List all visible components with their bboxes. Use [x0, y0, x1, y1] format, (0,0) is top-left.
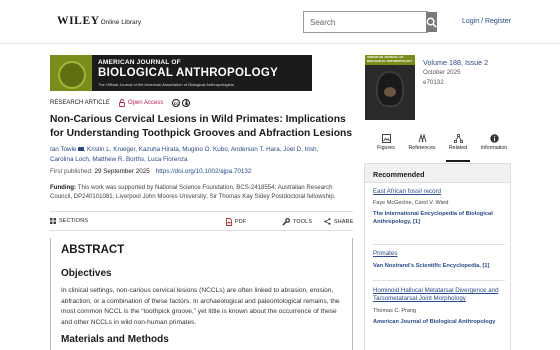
objectives-text: In clinical settings, non-carious cervic…	[61, 287, 340, 326]
recommended-authors: Faye McGechie, Carol V. Ward	[373, 200, 449, 207]
license-icons[interactable]: cc	[172, 99, 192, 107]
methods-heading: Materials and Methods	[61, 334, 169, 345]
logo-sub-text: Online Library	[100, 19, 142, 26]
tab-information[interactable]: Information	[478, 132, 510, 160]
cover-title: AMERICAN JOURNAL OF BIOLOGICAL ANTHROPOL…	[367, 55, 413, 63]
recommended-source-link[interactable]: Van Nostrand's Scientific Encyclopedia, …	[373, 262, 505, 270]
site-header: WILEY Online Library Login / Register	[0, 0, 560, 44]
banner-line3: The Official Journal of the American Ass…	[98, 82, 234, 87]
divider	[373, 244, 505, 245]
divider	[373, 280, 505, 281]
issue-date: October 2025	[423, 69, 461, 76]
pdf-icon	[226, 218, 232, 226]
share-button[interactable]: SHARE	[324, 218, 354, 225]
cover-primate-image	[376, 71, 404, 107]
open-access-label: Open Access	[127, 100, 164, 106]
author-list: Ian Towle , Kristin L. Krueger, Kazuha Hi…	[50, 145, 350, 165]
doi-link[interactable]: https://doi.org/10.1002/ajpa.70132	[156, 168, 252, 175]
recommended-source-link[interactable]: American Journal of Biological Anthropol…	[373, 318, 505, 326]
tools-button[interactable]: TOOLS	[282, 218, 312, 226]
recommended-title-link[interactable]: East African fossil record	[373, 188, 505, 196]
sections-button[interactable]: SECTIONS	[50, 218, 88, 224]
recommended-title-link[interactable]: Primates	[373, 250, 505, 258]
sections-icon	[50, 218, 56, 224]
open-lock-icon	[118, 99, 125, 107]
funding-text: This work was supported by National Scie…	[50, 184, 336, 201]
right-panel-tabs: Figures References Related Information	[370, 132, 510, 162]
references-icon	[418, 134, 426, 143]
issue-volume-link[interactable]: Volume 188, Issue 2	[423, 58, 488, 67]
share-label: SHARE	[334, 218, 354, 225]
share-icon	[324, 218, 331, 225]
figures-icon	[381, 134, 391, 143]
search-input[interactable]	[304, 12, 426, 32]
recommended-panel: Recommended East African fossil record F…	[364, 163, 511, 350]
published-label: First published:	[50, 168, 95, 175]
author-links-rest[interactable]: , Kristin L. Krueger, Kazuha Hirata, Mug…	[84, 146, 319, 153]
abstract-section: ABSTRACT Objectives In clinical settings…	[50, 238, 353, 350]
login-register-link[interactable]: Login / Register	[462, 18, 511, 25]
objectives-heading: Objectives	[61, 268, 112, 279]
recommended-item: East African fossil record Faye McGechie…	[373, 188, 505, 226]
tab-figures-label: Figures	[377, 145, 395, 151]
pdf-label: PDF	[235, 219, 247, 225]
published-line: First published: 29 September 2025 https:…	[50, 168, 251, 175]
recommended-heading: Recommended	[365, 164, 510, 183]
tab-information-label: Information	[480, 145, 508, 151]
recommended-item: Hominoid Hallucal Metatarsal Divergence …	[373, 287, 505, 326]
journal-banner[interactable]: AMERICAN JOURNAL OF BIOLOGICAL ANTHROPOL…	[50, 55, 312, 91]
information-icon	[489, 134, 499, 143]
article-title: Non-Carious Cervical Lesions in Wild Pri…	[50, 114, 353, 139]
recommended-source-link[interactable]: The International Encyclopedia of Biolog…	[373, 210, 505, 226]
search-box	[303, 11, 437, 33]
tab-figures[interactable]: Figures	[370, 132, 402, 160]
published-date: 29 September 2025	[94, 168, 150, 175]
article-toolbar: SECTIONS PDF TOOLS SHARE	[50, 211, 353, 231]
pdf-button[interactable]: PDF	[226, 218, 246, 226]
search-button[interactable]	[426, 12, 437, 32]
banner-line1: AMERICAN JOURNAL OF	[98, 59, 181, 66]
sections-label: SECTIONS	[59, 218, 89, 224]
tools-label: TOOLS	[293, 219, 313, 225]
funding-label: Funding:	[50, 184, 78, 191]
journal-emblem	[50, 55, 92, 91]
cover-band: AMERICAN JOURNAL OF BIOLOGICAL ANTHROPOL…	[365, 55, 415, 65]
article-meta-row: RESEARCH ARTICLE Open Access cc	[50, 99, 192, 107]
open-access-badge[interactable]: Open Access	[118, 99, 164, 107]
funding-statement: Funding: This work was supported by Nati…	[50, 183, 350, 202]
search-icon	[426, 17, 437, 28]
related-icon	[453, 134, 463, 143]
tab-references-label: References	[408, 145, 436, 151]
banner-line2: BIOLOGICAL ANTHROPOLOGY	[98, 67, 279, 79]
logo-main-text: WILEY	[57, 15, 100, 27]
wrench-icon	[282, 218, 290, 226]
recommended-authors: Thomas C. Prang	[373, 307, 417, 314]
wiley-logo[interactable]: WILEY Online Library	[57, 15, 141, 27]
article-eid: e70132	[423, 79, 444, 86]
recommended-item: Primates Van Nostrand's Scientific Encyc…	[373, 250, 505, 270]
abstract-heading: ABSTRACT	[61, 244, 125, 256]
tab-related-label: Related	[448, 145, 468, 151]
recommended-title-link[interactable]: Hominoid Hallucal Metatarsal Divergence …	[373, 287, 505, 304]
journal-cover-thumbnail[interactable]: AMERICAN JOURNAL OF BIOLOGICAL ANTHROPOL…	[365, 55, 415, 120]
author-links-line2[interactable]: Carolina Loch, Matthew R. Borths, Luca F…	[50, 156, 188, 163]
attribution-icon	[182, 99, 191, 107]
article-type: RESEARCH ARTICLE	[50, 100, 110, 106]
author-link[interactable]: Ian Towle	[50, 146, 77, 153]
cc-icon: cc	[172, 99, 181, 107]
tab-related[interactable]: Related	[442, 132, 474, 162]
tab-references[interactable]: References	[406, 132, 438, 160]
